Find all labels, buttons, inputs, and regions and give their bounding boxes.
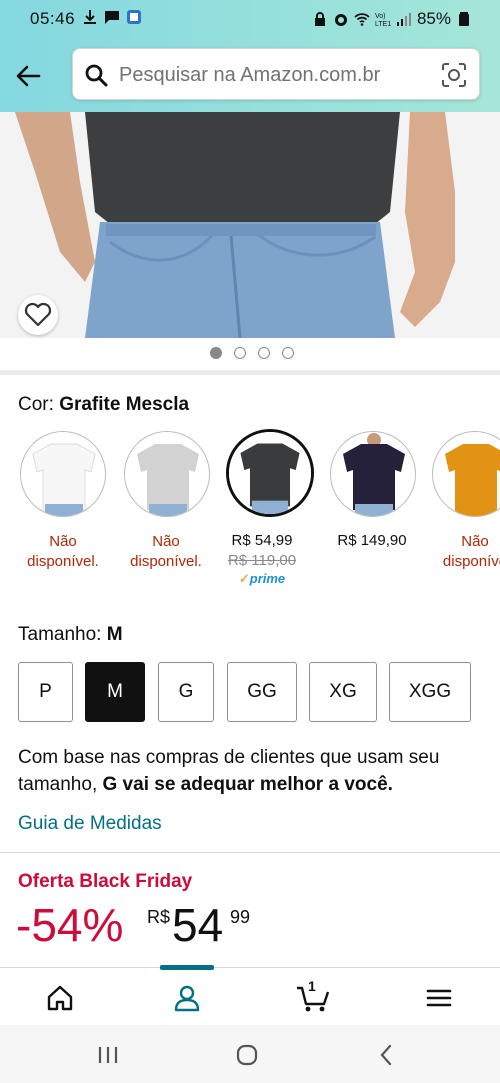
- cart-count: 1: [308, 978, 316, 994]
- swatch-old-price: R$ 119,00: [227, 552, 297, 569]
- home-circle-icon[interactable]: [233, 1041, 261, 1069]
- color-swatch-navy[interactable]: [330, 431, 416, 517]
- product-photo: [0, 112, 500, 338]
- camera-scan-icon[interactable]: [441, 62, 467, 88]
- swatch-price: R$ 149,90: [337, 532, 407, 549]
- carousel-dots: [210, 347, 294, 359]
- app-icon: [127, 10, 141, 24]
- carousel-dot[interactable]: [258, 347, 270, 359]
- status-notification-icons: [82, 9, 142, 25]
- color-swatches: Não disponível. Não disponível. R$ 54,99 R…: [0, 428, 500, 598]
- alarm-icon: [334, 14, 347, 26]
- system-navigation-bar: [0, 1025, 500, 1083]
- size-option-xg[interactable]: XG: [309, 662, 377, 722]
- size-option-g[interactable]: G: [158, 662, 214, 722]
- size-option-gg[interactable]: GG: [227, 662, 297, 722]
- carousel-dot[interactable]: [234, 347, 246, 359]
- price-currency: R$: [147, 907, 171, 927]
- section-divider: [0, 370, 500, 375]
- color-label: Cor: Grafite Mescla: [18, 394, 189, 416]
- battery-percent: 85%: [416, 9, 451, 28]
- color-swatch-light-gray[interactable]: [124, 431, 210, 517]
- price-whole: 54: [172, 899, 224, 951]
- bottom-nav: 1: [0, 965, 500, 1025]
- swatch-shirt-image: [229, 432, 311, 514]
- size-guide-link[interactable]: Guia de Medidas: [18, 813, 162, 835]
- selected-color-name: Grafite Mescla: [59, 394, 190, 415]
- swatch-status-unavailable: Não disponível.: [130, 533, 202, 570]
- size-label: Tamanho: M: [18, 624, 123, 646]
- product-image[interactable]: [0, 112, 500, 338]
- color-label-prefix: Cor:: [18, 394, 54, 415]
- heart-icon: [24, 302, 52, 327]
- status-system-icons: Vo) LTE1 85%: [312, 9, 472, 29]
- status-time: 05:46: [30, 9, 76, 28]
- search-icon: [85, 64, 108, 87]
- home-icon[interactable]: [44, 982, 76, 1014]
- swatch-price: R$ 54,99: [231, 532, 293, 549]
- status-bar: 05:46 Vo) LTE1 85%: [0, 0, 500, 38]
- svg-text:Vo): Vo): [375, 13, 386, 20]
- swatch-shirt-image: [343, 433, 405, 516]
- swatch-shirt-image: [445, 444, 500, 516]
- deal-label: Oferta Black Friday: [18, 871, 193, 892]
- menu-icon[interactable]: [423, 982, 455, 1014]
- size-label-prefix: Tamanho:: [18, 624, 102, 645]
- color-swatch-graphite[interactable]: [226, 429, 314, 517]
- recent-apps-icon[interactable]: [94, 1041, 122, 1069]
- prime-badge: ✓prime: [238, 571, 286, 586]
- carousel-dot[interactable]: [210, 347, 222, 359]
- swatch-status-unavailable: Nãodisponíve: [442, 533, 500, 570]
- account-icon[interactable]: [171, 982, 203, 1014]
- size-recommendation: Com base nas compras de clientes que usa…: [18, 747, 440, 795]
- discount-percent: -54%: [16, 899, 124, 951]
- color-swatch-orange[interactable]: [432, 431, 500, 517]
- size-option-p[interactable]: P: [18, 662, 73, 722]
- signal-icon: [396, 13, 411, 26]
- svg-text:LTE1: LTE1: [375, 21, 391, 27]
- cart-button[interactable]: 1: [296, 978, 332, 1014]
- section-divider: [0, 852, 500, 853]
- back-arrow-icon[interactable]: [12, 60, 44, 92]
- volte-icon: Vo)LTE1: [375, 13, 391, 27]
- swatch-status-unavailable: Não disponível.: [27, 533, 99, 570]
- favorite-button[interactable]: [18, 295, 58, 335]
- battery-icon: [459, 12, 469, 26]
- search-bar[interactable]: [72, 48, 480, 100]
- system-back-icon[interactable]: [373, 1041, 401, 1069]
- search-input[interactable]: [119, 61, 429, 89]
- download-icon: [84, 10, 96, 24]
- lock-icon: [314, 12, 325, 26]
- chat-icon: [105, 11, 119, 24]
- swatch-shirt-image: [137, 444, 199, 516]
- nav-active-indicator: [160, 965, 214, 970]
- price-fraction: 99: [230, 907, 251, 927]
- carousel-dot[interactable]: [282, 347, 294, 359]
- size-option-m[interactable]: M: [85, 662, 145, 722]
- selected-size: M: [106, 624, 123, 645]
- color-swatch-white[interactable]: [20, 431, 106, 517]
- top-header: 05:46 Vo) LTE1 85%: [0, 0, 500, 112]
- size-option-xgg[interactable]: XGG: [389, 662, 471, 722]
- swatch-shirt-image: [32, 443, 96, 516]
- wifi-icon: [354, 13, 370, 26]
